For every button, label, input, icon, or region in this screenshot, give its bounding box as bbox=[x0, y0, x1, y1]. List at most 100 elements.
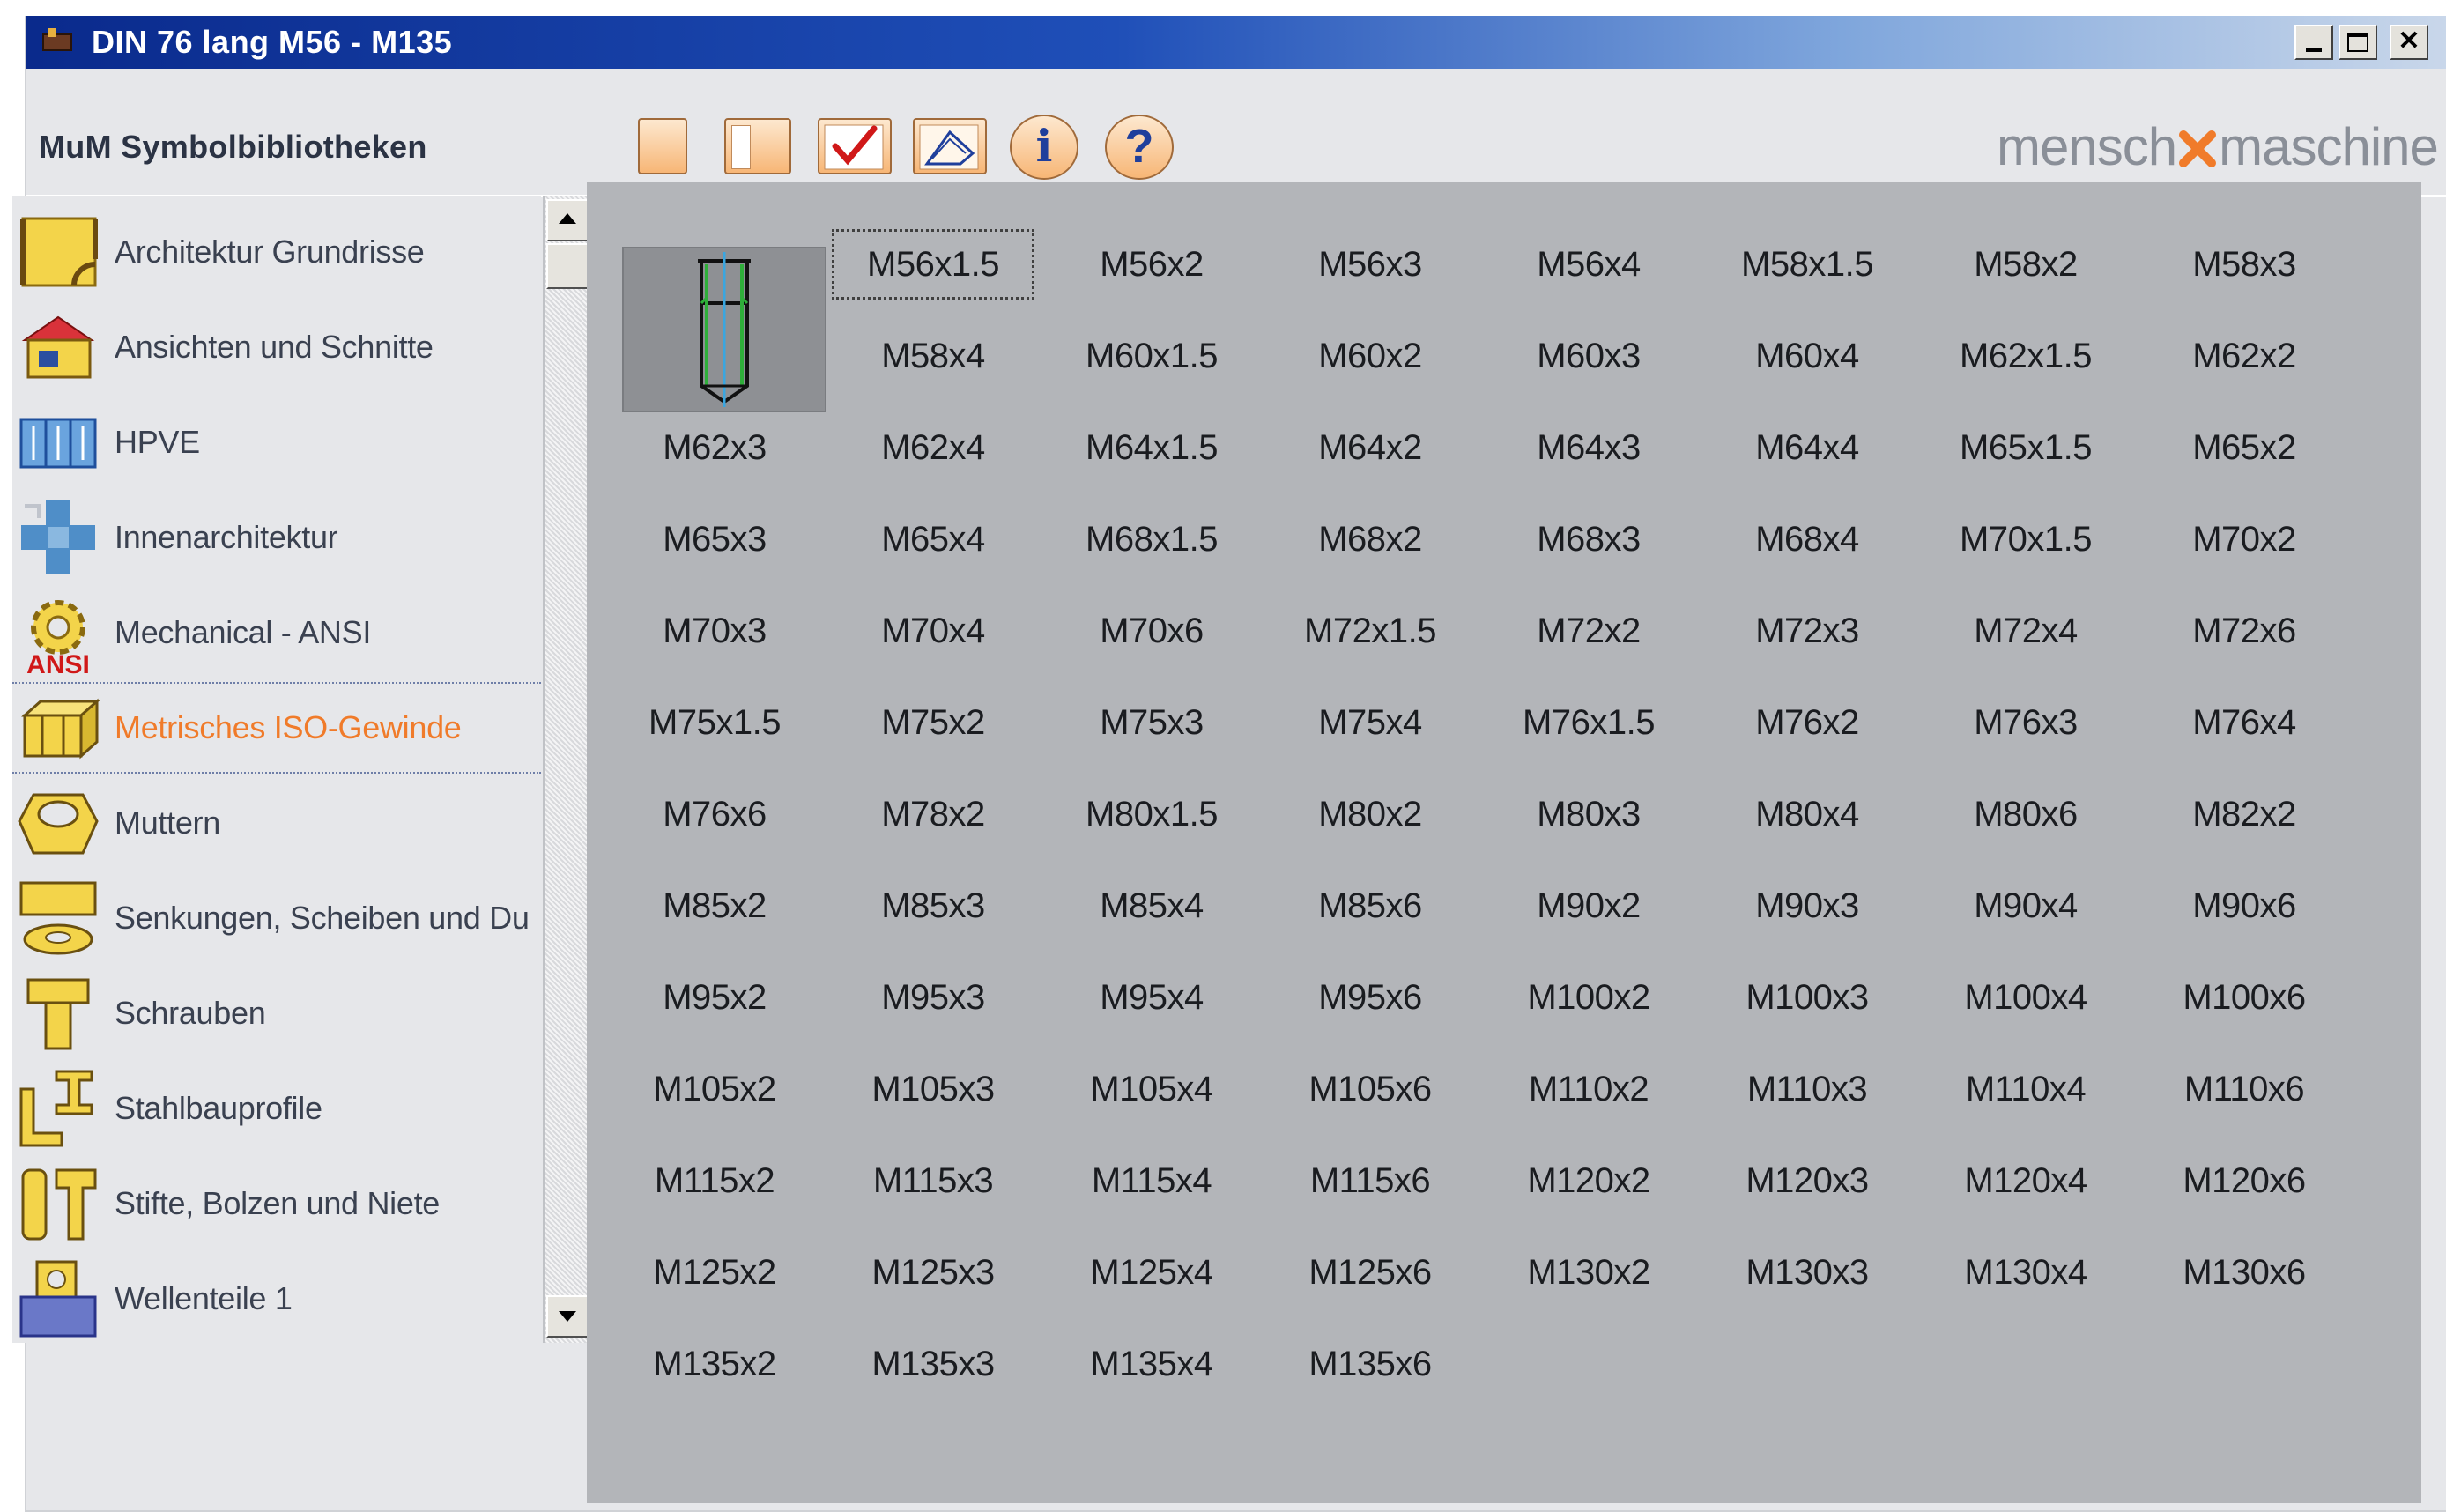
library-item-schrauben[interactable]: Schrauben bbox=[12, 967, 541, 1059]
app-icon[interactable] bbox=[39, 25, 81, 60]
thread-size-cell[interactable]: M62x3 bbox=[613, 412, 816, 483]
thread-size-cell[interactable]: M76x6 bbox=[613, 779, 816, 849]
thread-size-cell[interactable]: M115x2 bbox=[613, 1145, 816, 1216]
close-button[interactable]: ✕ bbox=[2390, 25, 2428, 60]
thread-size-cell[interactable]: M56x3 bbox=[1269, 229, 1471, 300]
scroll-thumb[interactable] bbox=[546, 243, 589, 289]
drawing-button[interactable] bbox=[913, 118, 987, 174]
thread-size-cell[interactable]: M72x2 bbox=[1487, 596, 1690, 666]
thread-size-cell[interactable]: M65x4 bbox=[832, 504, 1034, 574]
thread-size-cell[interactable]: M80x3 bbox=[1487, 779, 1690, 849]
library-item-innenarchitektur[interactable]: Innenarchitektur bbox=[12, 492, 541, 583]
thread-size-cell[interactable]: M100x3 bbox=[1706, 962, 1909, 1033]
thread-size-cell[interactable]: M125x2 bbox=[613, 1237, 816, 1308]
library-item-ansichten-und-schnitte[interactable]: Ansichten und Schnitte bbox=[12, 301, 541, 393]
thread-size-cell[interactable]: M80x4 bbox=[1706, 779, 1909, 849]
thread-size-cell[interactable]: M90x4 bbox=[1924, 871, 2127, 941]
library-item-mechanical-ansi[interactable]: ANSI Mechanical - ANSI bbox=[12, 587, 541, 679]
thread-size-cell[interactable]: M76x2 bbox=[1706, 687, 1909, 758]
thread-size-cell[interactable]: M56x1.5 bbox=[832, 229, 1034, 300]
thread-size-cell[interactable]: M82x2 bbox=[2143, 779, 2346, 849]
thread-size-cell[interactable]: M95x6 bbox=[1269, 962, 1471, 1033]
thread-size-cell[interactable]: M110x2 bbox=[1487, 1054, 1690, 1124]
thread-size-cell[interactable]: M60x3 bbox=[1487, 321, 1690, 391]
thread-size-cell[interactable]: M125x3 bbox=[832, 1237, 1034, 1308]
scroll-down-button[interactable] bbox=[546, 1295, 589, 1338]
library-item-muttern[interactable]: Muttern bbox=[12, 777, 541, 869]
thread-size-cell[interactable]: M70x6 bbox=[1050, 596, 1253, 666]
thread-size-cell[interactable]: M70x3 bbox=[613, 596, 816, 666]
thread-size-cell[interactable]: M135x2 bbox=[613, 1329, 816, 1399]
thread-size-cell[interactable]: M75x4 bbox=[1269, 687, 1471, 758]
thread-size-cell[interactable]: M95x4 bbox=[1050, 962, 1253, 1033]
thread-size-cell[interactable]: M125x6 bbox=[1269, 1237, 1471, 1308]
thread-size-cell[interactable]: M78x2 bbox=[832, 779, 1034, 849]
thread-size-cell[interactable]: M130x4 bbox=[1924, 1237, 2127, 1308]
thread-size-cell[interactable]: M130x2 bbox=[1487, 1237, 1690, 1308]
check-button[interactable] bbox=[818, 118, 892, 174]
maximize-button[interactable] bbox=[2339, 25, 2377, 60]
thread-size-cell[interactable]: M64x3 bbox=[1487, 412, 1690, 483]
thread-size-cell[interactable]: M100x6 bbox=[2143, 962, 2346, 1033]
thread-size-cell[interactable]: M85x4 bbox=[1050, 871, 1253, 941]
thread-size-cell[interactable]: M80x1.5 bbox=[1050, 779, 1253, 849]
thread-size-cell[interactable]: M110x3 bbox=[1706, 1054, 1909, 1124]
thread-size-cell[interactable]: M64x2 bbox=[1269, 412, 1471, 483]
new-page-button[interactable] bbox=[638, 118, 687, 174]
thread-size-cell[interactable]: M90x3 bbox=[1706, 871, 1909, 941]
thread-size-cell[interactable]: M68x3 bbox=[1487, 504, 1690, 574]
thread-size-cell[interactable]: M125x4 bbox=[1050, 1237, 1253, 1308]
library-item-hpve[interactable]: HPVE bbox=[12, 397, 541, 488]
thread-size-cell[interactable]: M64x1.5 bbox=[1050, 412, 1253, 483]
library-item-stahlbauprofile[interactable]: Stahlbauprofile bbox=[12, 1063, 541, 1154]
thread-size-cell[interactable]: M72x3 bbox=[1706, 596, 1909, 666]
thread-size-cell[interactable]: M120x2 bbox=[1487, 1145, 1690, 1216]
info-button[interactable]: i bbox=[1010, 115, 1078, 180]
thread-size-cell[interactable]: M115x3 bbox=[832, 1145, 1034, 1216]
thread-size-cell[interactable]: M64x4 bbox=[1706, 412, 1909, 483]
thread-size-cell[interactable]: M76x3 bbox=[1924, 687, 2127, 758]
thread-size-cell[interactable]: M130x6 bbox=[2143, 1237, 2346, 1308]
library-item-senkungen-scheiben[interactable]: Senkungen, Scheiben und Du bbox=[12, 872, 541, 964]
thread-size-cell[interactable]: M76x4 bbox=[2143, 687, 2346, 758]
thread-size-cell[interactable]: M75x3 bbox=[1050, 687, 1253, 758]
thread-size-cell[interactable]: M60x2 bbox=[1269, 321, 1471, 391]
thread-size-cell[interactable]: M60x1.5 bbox=[1050, 321, 1253, 391]
thread-size-cell[interactable]: M105x4 bbox=[1050, 1054, 1253, 1124]
thread-size-cell[interactable]: M68x1.5 bbox=[1050, 504, 1253, 574]
thread-size-cell[interactable]: M105x6 bbox=[1269, 1054, 1471, 1124]
panel-view-button[interactable] bbox=[724, 118, 791, 174]
thread-size-cell[interactable]: M70x2 bbox=[2143, 504, 2346, 574]
thread-size-cell[interactable]: M62x1.5 bbox=[1924, 321, 2127, 391]
thread-size-cell[interactable]: M72x1.5 bbox=[1269, 596, 1471, 666]
thread-size-cell[interactable]: M80x2 bbox=[1269, 779, 1471, 849]
thread-size-cell[interactable]: M58x3 bbox=[2143, 229, 2346, 300]
thread-size-cell[interactable]: M120x4 bbox=[1924, 1145, 2127, 1216]
thread-size-cell[interactable]: M110x6 bbox=[2143, 1054, 2346, 1124]
help-button[interactable]: ? bbox=[1105, 115, 1174, 180]
thread-size-cell[interactable]: M75x2 bbox=[832, 687, 1034, 758]
thread-size-cell[interactable]: M130x3 bbox=[1706, 1237, 1909, 1308]
thread-size-cell[interactable]: M85x3 bbox=[832, 871, 1034, 941]
thread-size-cell[interactable]: M85x2 bbox=[613, 871, 816, 941]
thread-size-cell[interactable]: M115x4 bbox=[1050, 1145, 1253, 1216]
thread-size-cell[interactable]: M76x1.5 bbox=[1487, 687, 1690, 758]
thread-size-cell[interactable]: M105x3 bbox=[832, 1054, 1034, 1124]
thread-size-cell[interactable]: M72x6 bbox=[2143, 596, 2346, 666]
thread-size-cell[interactable]: M56x4 bbox=[1487, 229, 1690, 300]
title-bar[interactable]: DIN 76 lang M56 - M135 ✕ bbox=[26, 16, 2446, 69]
thread-size-cell[interactable]: M90x6 bbox=[2143, 871, 2346, 941]
thread-size-cell[interactable]: M75x1.5 bbox=[613, 687, 816, 758]
thread-size-cell[interactable]: M58x1.5 bbox=[1706, 229, 1909, 300]
thread-size-cell[interactable]: M68x4 bbox=[1706, 504, 1909, 574]
thread-size-cell[interactable]: M68x2 bbox=[1269, 504, 1471, 574]
thread-size-cell[interactable]: M120x3 bbox=[1706, 1145, 1909, 1216]
thread-size-cell[interactable]: M105x2 bbox=[613, 1054, 816, 1124]
thread-size-cell[interactable]: M56x2 bbox=[1050, 229, 1253, 300]
thread-size-cell[interactable]: M70x1.5 bbox=[1924, 504, 2127, 574]
thread-size-cell[interactable]: M58x4 bbox=[832, 321, 1034, 391]
thread-size-cell[interactable]: M62x4 bbox=[832, 412, 1034, 483]
thread-size-cell[interactable]: M90x2 bbox=[1487, 871, 1690, 941]
sidebar-scrollbar[interactable] bbox=[543, 196, 589, 1343]
thread-size-cell[interactable]: M60x4 bbox=[1706, 321, 1909, 391]
